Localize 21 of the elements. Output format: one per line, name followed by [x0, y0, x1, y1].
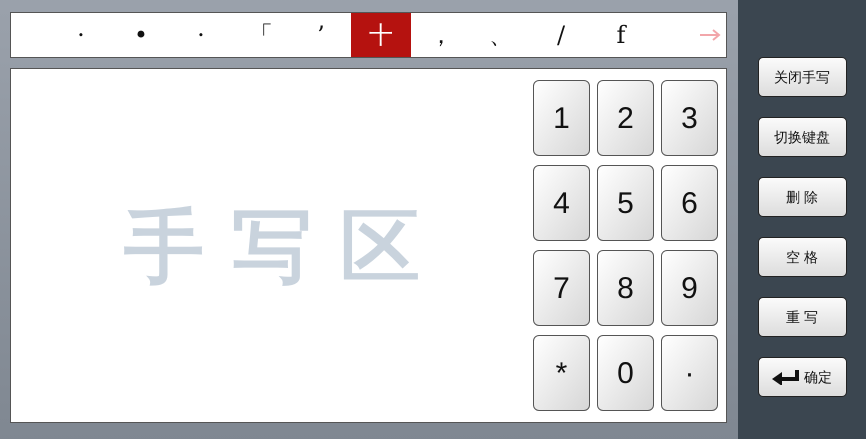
action-button[interactable]: 重 写 [758, 297, 846, 337]
arrow-right-icon[interactable] [700, 29, 722, 41]
keypad-key[interactable]: 3 [661, 80, 718, 156]
keypad-key[interactable]: 4 [533, 165, 590, 241]
action-button[interactable]: 删 除 [758, 177, 846, 217]
keypad-key[interactable]: 0 [597, 335, 654, 411]
keypad-key[interactable]: 5 [597, 165, 654, 241]
keypad-key[interactable]: 6 [661, 165, 718, 241]
keypad-key[interactable]: 1 [533, 80, 590, 156]
enter-icon [772, 369, 800, 385]
keypad-key[interactable]: 9 [661, 250, 718, 326]
action-button[interactable]: 切换键盘 [758, 117, 846, 157]
keypad-key[interactable]: 8 [597, 250, 654, 326]
keypad-key[interactable]: * [533, 335, 590, 411]
keypad-key[interactable]: 2 [597, 80, 654, 156]
action-button[interactable]: 关闭手写 [758, 57, 846, 97]
confirm-button[interactable]: 确定 [758, 357, 846, 397]
keypad-key[interactable]: · [661, 335, 718, 411]
action-button[interactable]: 空 格 [758, 237, 846, 277]
candidate[interactable]: 十 [351, 13, 411, 57]
keypad-key[interactable]: 7 [533, 250, 590, 326]
